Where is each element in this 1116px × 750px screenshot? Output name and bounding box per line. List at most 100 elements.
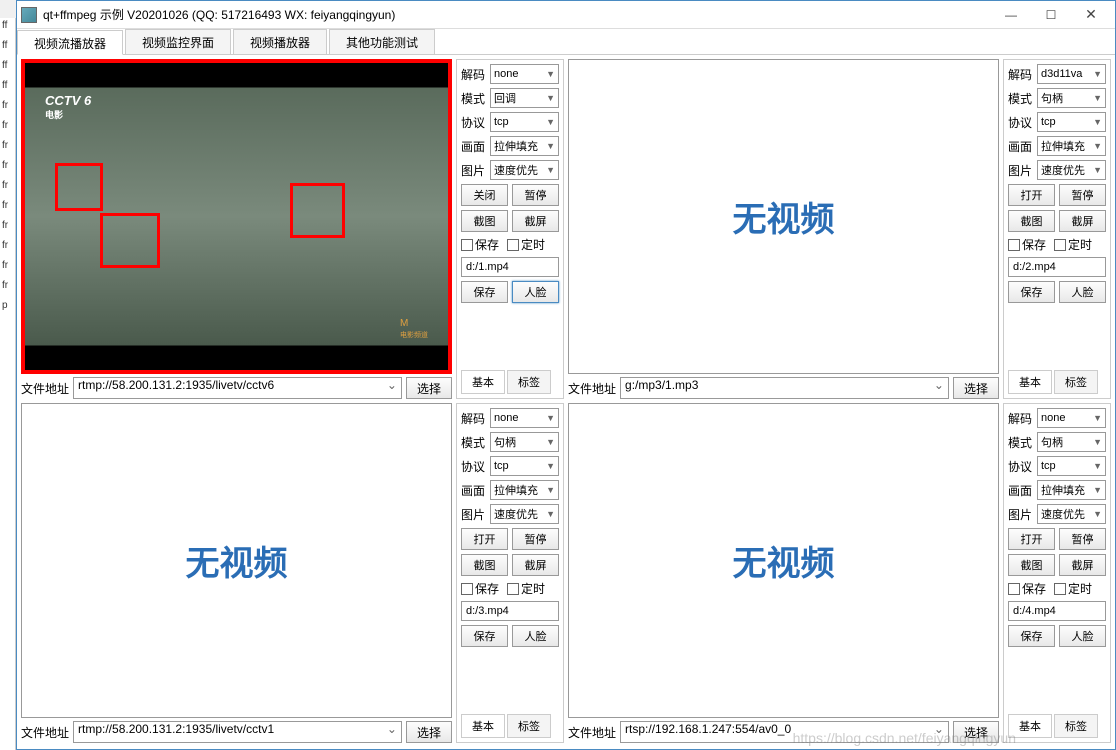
open-close-button[interactable]: 打开 [1008,528,1055,550]
video-area[interactable]: 无视频 [21,403,452,718]
tab-2[interactable]: 视频播放器 [233,29,327,54]
select[interactable]: tcp▼ [490,456,559,476]
select[interactable]: none▼ [490,64,559,84]
face-button[interactable]: 人脸 [512,281,559,303]
subtab-basic[interactable]: 基本 [461,370,505,394]
capture-screen-button[interactable]: 截屏 [512,554,559,576]
pause-button[interactable]: 暂停 [1059,184,1106,206]
save-checkbox[interactable]: 保存 [1008,236,1046,253]
timer-checkbox[interactable]: 定时 [1054,580,1092,597]
select[interactable]: 拉伸填充▼ [490,136,559,156]
select[interactable]: tcp▼ [1037,112,1106,132]
timer-checkbox[interactable]: 定时 [1054,236,1092,253]
tab-3[interactable]: 其他功能测试 [329,29,435,54]
subtab-basic[interactable]: 基本 [1008,714,1052,738]
select[interactable]: d3d11va▼ [1037,64,1106,84]
select[interactable]: 拉伸填充▼ [490,480,559,500]
capture-screen-button[interactable]: 截屏 [1059,210,1106,232]
face-button[interactable]: 人脸 [512,625,559,647]
select-button[interactable]: 选择 [406,721,452,743]
select[interactable]: 句柄▼ [1037,88,1106,108]
file-addr-input[interactable]: rtsp://192.168.1.247:554/av0_0⌄ [620,721,949,743]
control-panel: 解码none▼ 模式句柄▼ 协议tcp▼ 画面拉伸填充▼ 图片速度优先▼ 打开 … [456,403,564,743]
save-button[interactable]: 保存 [1008,625,1055,647]
face-button[interactable]: 人脸 [1059,625,1106,647]
save-checkbox[interactable]: 保存 [1008,580,1046,597]
file-path-input[interactable] [461,257,559,277]
video-panel-1: CCTV 6电影 M电影频道 文件地址 rtmp://58.200.131.2:… [21,59,564,399]
file-path-input[interactable] [461,601,559,621]
subtab-basic[interactable]: 基本 [1008,370,1052,394]
select[interactable]: 速度优先▼ [490,504,559,524]
select[interactable]: 回调▼ [490,88,559,108]
video-area[interactable]: 无视频 [568,59,999,374]
close-button[interactable]: ✕ [1071,3,1111,27]
open-close-button[interactable]: 关闭 [461,184,508,206]
open-close-button[interactable]: 打开 [461,528,508,550]
select[interactable]: 拉伸填充▼ [1037,480,1106,500]
file-path-input[interactable] [1008,257,1106,277]
capture-screen-button[interactable]: 截屏 [512,210,559,232]
minimize-button[interactable]: — [991,3,1031,27]
file-addr-label: 文件地址 [21,380,69,397]
subtab-tag[interactable]: 标签 [507,370,551,394]
save-button[interactable]: 保存 [1008,281,1055,303]
timer-checkbox[interactable]: 定时 [507,580,545,597]
save-button[interactable]: 保存 [461,625,508,647]
capture-image-button[interactable]: 截图 [461,554,508,576]
face-button[interactable]: 人脸 [1059,281,1106,303]
tab-1[interactable]: 视频监控界面 [125,29,231,54]
select-button[interactable]: 选择 [953,721,999,743]
pause-button[interactable]: 暂停 [512,184,559,206]
select-button[interactable]: 选择 [406,377,452,399]
save-checkbox[interactable]: 保存 [461,236,499,253]
select-button[interactable]: 选择 [953,377,999,399]
file-addr-input[interactable]: rtmp://58.200.131.2:1935/livetv/cctv1⌄ [73,721,402,743]
save-button[interactable]: 保存 [461,281,508,303]
tab-0[interactable]: 视频流播放器 [17,30,123,55]
select[interactable]: none▼ [490,408,559,428]
capture-image-button[interactable]: 截图 [1008,554,1055,576]
subtab-tag[interactable]: 标签 [507,714,551,738]
select[interactable]: 句柄▼ [1037,432,1106,452]
video-area[interactable]: 无视频 [568,403,999,718]
mode-label: 模式 [461,90,487,107]
control-panel: 解码none▼ 模式句柄▼ 协议tcp▼ 画面拉伸填充▼ 图片速度优先▼ 打开 … [1003,403,1111,743]
file-addr-input[interactable]: g:/mp3/1.mp3⌄ [620,377,949,399]
file-path-input[interactable] [1008,601,1106,621]
video-area[interactable]: CCTV 6电影 M电影频道 [21,59,452,374]
open-close-button[interactable]: 打开 [1008,184,1055,206]
decode-label: 解码 [461,66,487,83]
select[interactable]: tcp▼ [1037,456,1106,476]
select[interactable]: 拉伸填充▼ [1037,136,1106,156]
capture-image-button[interactable]: 截图 [461,210,508,232]
select[interactable]: tcp▼ [490,112,559,132]
face-box [55,163,103,211]
face-box [100,213,160,268]
select[interactable]: 速度优先▼ [490,160,559,180]
video-panel-2: 无视频 文件地址 g:/mp3/1.mp3⌄ 选择 解码d3d11va▼ 模式句… [568,59,1111,399]
capture-screen-button[interactable]: 截屏 [1059,554,1106,576]
no-video-label: 无视频 [733,192,835,241]
select[interactable]: 速度优先▼ [1037,160,1106,180]
picture-label: 画面 [461,138,487,155]
timer-checkbox[interactable]: 定时 [507,236,545,253]
image-label: 图片 [1008,162,1034,179]
window-title: qt+ffmpeg 示例 V20201026 (QQ: 517216493 WX… [43,6,991,23]
mode-label: 模式 [461,434,487,451]
file-addr-input[interactable]: rtmp://58.200.131.2:1935/livetv/cctv6⌄ [73,377,402,399]
pause-button[interactable]: 暂停 [512,528,559,550]
maximize-button[interactable]: ☐ [1031,3,1071,27]
save-checkbox[interactable]: 保存 [461,580,499,597]
decode-label: 解码 [1008,66,1034,83]
pause-button[interactable]: 暂停 [1059,528,1106,550]
select[interactable]: none▼ [1037,408,1106,428]
select[interactable]: 速度优先▼ [1037,504,1106,524]
subtab-tag[interactable]: 标签 [1054,370,1098,394]
protocol-label: 协议 [461,114,487,131]
subtab-tag[interactable]: 标签 [1054,714,1098,738]
select[interactable]: 句柄▼ [490,432,559,452]
subtab-basic[interactable]: 基本 [461,714,505,738]
mode-label: 模式 [1008,90,1034,107]
capture-image-button[interactable]: 截图 [1008,210,1055,232]
